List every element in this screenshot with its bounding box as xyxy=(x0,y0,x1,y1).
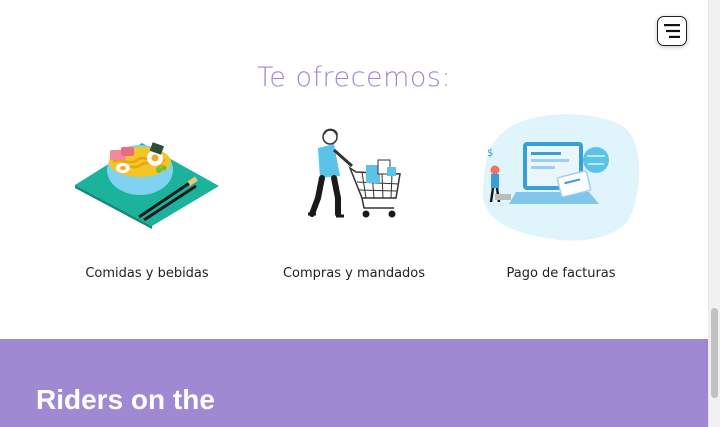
service-label: Pago de facturas xyxy=(506,266,616,281)
noodle-bowl-illustration xyxy=(75,142,219,229)
hamburger-menu-icon xyxy=(664,24,680,38)
riders-section: Riders on the xyxy=(0,339,708,427)
page: Te ofrecemos: Comidas y bebidas Compras … xyxy=(0,0,708,427)
shopping-cart-illustration xyxy=(308,128,401,218)
vertical-scrollbar[interactable] xyxy=(708,0,720,427)
scrollbar-thumb[interactable] xyxy=(711,308,718,398)
menu-button[interactable] xyxy=(657,16,687,46)
riders-heading: Riders on the xyxy=(36,384,215,415)
bill-payment-illustration: $ xyxy=(482,114,640,241)
service-label: Comidas y bebidas xyxy=(85,266,209,281)
svg-text:$: $ xyxy=(487,148,493,159)
section-title: Te ofrecemos: xyxy=(256,62,452,94)
service-label: Compras y mandados xyxy=(282,266,426,281)
